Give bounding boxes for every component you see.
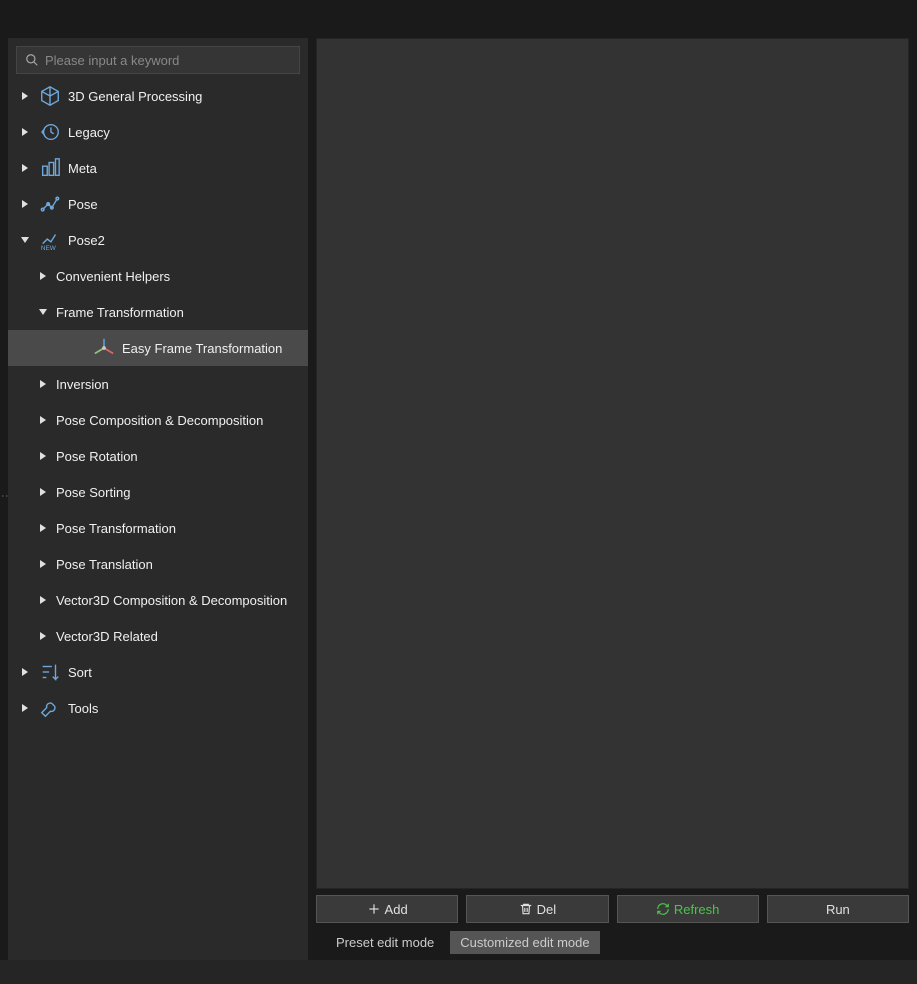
title-bar bbox=[0, 0, 917, 30]
wrench-icon bbox=[38, 696, 62, 720]
tree-node-label: Meta bbox=[68, 161, 97, 176]
chevron-right-icon[interactable] bbox=[36, 449, 50, 463]
mode-row: Preset edit mode Customized edit mode bbox=[316, 929, 909, 960]
chevron-right-icon[interactable] bbox=[18, 665, 32, 679]
main-layout: 3D General Processing Legacy Meta Pose N… bbox=[0, 30, 917, 960]
chevron-right-icon[interactable] bbox=[18, 161, 32, 175]
chevron-right-icon[interactable] bbox=[36, 377, 50, 391]
tree-node-meta[interactable]: Meta bbox=[8, 150, 308, 186]
tree-node-inversion[interactable]: Inversion bbox=[8, 366, 308, 402]
run-button[interactable]: Run bbox=[767, 895, 909, 923]
run-label: Run bbox=[826, 902, 850, 917]
tree-node-label: Vector3D Composition & Decomposition bbox=[56, 593, 287, 608]
chevron-right-icon[interactable] bbox=[36, 629, 50, 643]
tree-node-pose[interactable]: Pose bbox=[8, 186, 308, 222]
chevron-right-icon[interactable] bbox=[36, 413, 50, 427]
delete-button[interactable]: Del bbox=[466, 895, 608, 923]
delete-label: Del bbox=[537, 902, 557, 917]
tree-node-label: Convenient Helpers bbox=[56, 269, 170, 284]
content-area: Add Del Refresh Run Preset edit mode Cus… bbox=[316, 38, 909, 960]
chevron-right-icon[interactable] bbox=[36, 521, 50, 535]
tree-node-label: Pose Sorting bbox=[56, 485, 130, 500]
tree-node-easy-frame-transformation[interactable]: Easy Frame Transformation bbox=[8, 330, 308, 366]
refresh-label: Refresh bbox=[674, 902, 720, 917]
chevron-down-icon[interactable] bbox=[18, 233, 32, 247]
tree-node-3d-general-processing[interactable]: 3D General Processing bbox=[8, 78, 308, 114]
tree-node-tools[interactable]: Tools bbox=[8, 690, 308, 726]
svg-text:NEW: NEW bbox=[41, 245, 57, 251]
refresh-button[interactable]: Refresh bbox=[617, 895, 759, 923]
tree-node-label: Vector3D Related bbox=[56, 629, 158, 644]
tree-node-vector3d-related[interactable]: Vector3D Related bbox=[8, 618, 308, 654]
chevron-right-icon[interactable] bbox=[18, 125, 32, 139]
splitter-grip[interactable]: ⋮ bbox=[1, 490, 5, 500]
sidebar: 3D General Processing Legacy Meta Pose N… bbox=[8, 38, 308, 960]
pose-new-icon: NEW bbox=[38, 228, 62, 252]
tree-node-pose2[interactable]: NEW Pose2 bbox=[8, 222, 308, 258]
chevron-right-icon[interactable] bbox=[18, 197, 32, 211]
plus-icon bbox=[367, 902, 381, 916]
tree-node-vector3d-composition-decomposition[interactable]: Vector3D Composition & Decomposition bbox=[8, 582, 308, 618]
add-label: Add bbox=[385, 902, 408, 917]
tree-node-sort[interactable]: Sort bbox=[8, 654, 308, 690]
chevron-right-icon[interactable] bbox=[18, 701, 32, 715]
tree-node-label: Pose2 bbox=[68, 233, 105, 248]
tree-node-convenient-helpers[interactable]: Convenient Helpers bbox=[8, 258, 308, 294]
add-button[interactable]: Add bbox=[316, 895, 458, 923]
canvas[interactable] bbox=[316, 38, 909, 889]
tree-node-label: Easy Frame Transformation bbox=[122, 341, 282, 356]
sort-icon bbox=[38, 660, 62, 684]
tree-node-pose-composition-decomposition[interactable]: Pose Composition & Decomposition bbox=[8, 402, 308, 438]
tree-node-label: Pose bbox=[68, 197, 98, 212]
tree-node-label: Pose Transformation bbox=[56, 521, 176, 536]
tree-node-pose-sorting[interactable]: Pose Sorting bbox=[8, 474, 308, 510]
meta-icon bbox=[38, 156, 62, 180]
clock-back-icon bbox=[38, 120, 62, 144]
tree-node-label: Tools bbox=[68, 701, 98, 716]
status-bar bbox=[0, 960, 917, 984]
tree-node-legacy[interactable]: Legacy bbox=[8, 114, 308, 150]
search-input[interactable] bbox=[45, 53, 291, 68]
chevron-right-icon[interactable] bbox=[18, 89, 32, 103]
chevron-right-icon[interactable] bbox=[36, 485, 50, 499]
axes-icon bbox=[92, 336, 116, 360]
tree-node-label: 3D General Processing bbox=[68, 89, 202, 104]
search-icon bbox=[25, 53, 39, 67]
tree-node-label: Legacy bbox=[68, 125, 110, 140]
tree-node-pose-transformation[interactable]: Pose Transformation bbox=[8, 510, 308, 546]
tree-node-label: Pose Translation bbox=[56, 557, 153, 572]
custom-mode-button[interactable]: Customized edit mode bbox=[450, 931, 599, 954]
trash-icon bbox=[519, 902, 533, 916]
chevron-right-icon[interactable] bbox=[36, 269, 50, 283]
refresh-icon bbox=[656, 902, 670, 916]
chevron-right-icon[interactable] bbox=[36, 557, 50, 571]
pose-icon bbox=[38, 192, 62, 216]
tree-node-label: Pose Rotation bbox=[56, 449, 138, 464]
tree-node-label: Sort bbox=[68, 665, 92, 680]
chevron-down-icon[interactable] bbox=[36, 305, 50, 319]
tree-node-label: Pose Composition & Decomposition bbox=[56, 413, 263, 428]
search-input-container[interactable] bbox=[16, 46, 300, 74]
tree-node-pose-translation[interactable]: Pose Translation bbox=[8, 546, 308, 582]
preset-mode-button[interactable]: Preset edit mode bbox=[326, 931, 444, 954]
tree-node-frame-transformation[interactable]: Frame Transformation bbox=[8, 294, 308, 330]
button-row: Add Del Refresh Run bbox=[316, 895, 909, 923]
tree-view[interactable]: 3D General Processing Legacy Meta Pose N… bbox=[8, 78, 308, 960]
tree-node-label: Frame Transformation bbox=[56, 305, 184, 320]
chevron-right-icon[interactable] bbox=[36, 593, 50, 607]
tree-node-label: Inversion bbox=[56, 377, 109, 392]
cube3d-icon bbox=[38, 84, 62, 108]
tree-node-pose-rotation[interactable]: Pose Rotation bbox=[8, 438, 308, 474]
